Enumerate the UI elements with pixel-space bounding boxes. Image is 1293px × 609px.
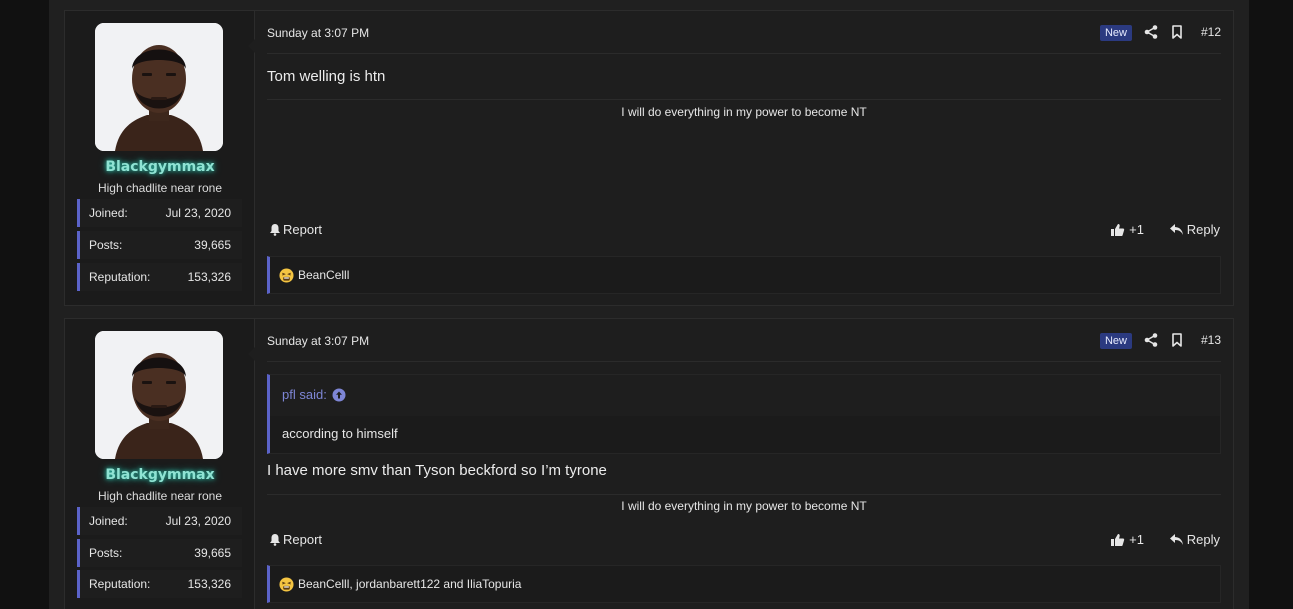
new-badge: New bbox=[1099, 25, 1132, 41]
post-date[interactable]: Sunday at 3:07 PM bbox=[267, 334, 369, 348]
share-icon[interactable] bbox=[1144, 333, 1158, 347]
reply-label: Reply bbox=[1186, 222, 1220, 237]
reactions-bar[interactable]: BeanCelll bbox=[267, 256, 1221, 294]
signature: I will do everything in my power to beco… bbox=[621, 105, 867, 119]
post-number[interactable]: #12 bbox=[1201, 25, 1221, 39]
header-divider bbox=[267, 361, 1221, 362]
post-pointer-arrow bbox=[248, 39, 255, 53]
post-main: Sunday at 3:07 PM New #12 Tom welling is… bbox=[256, 11, 1233, 305]
quote-author[interactable]: pfl said: bbox=[282, 387, 327, 416]
quote-text: according to himself bbox=[282, 426, 398, 441]
stat-value: Jul 23, 2020 bbox=[165, 206, 231, 220]
avatar-image bbox=[95, 331, 223, 459]
report-label: Report bbox=[283, 532, 323, 547]
like-count: +1 bbox=[1129, 532, 1144, 547]
post-user-cell: Blackgymmax High chadlite near rone Join… bbox=[65, 319, 255, 609]
post-pointer-arrow bbox=[248, 347, 255, 361]
post-user-cell: Blackgymmax High chadlite near rone Join… bbox=[65, 11, 255, 305]
stat-value: Jul 23, 2020 bbox=[165, 514, 231, 528]
stat-label: Joined: bbox=[89, 514, 128, 528]
bookmark-icon[interactable] bbox=[1171, 333, 1183, 347]
stat-joined: Joined: Jul 23, 2020 bbox=[77, 199, 242, 227]
stat-posts: Posts: 39,665 bbox=[77, 231, 242, 259]
user-title: High chadlite near rone bbox=[97, 489, 223, 503]
share-icon[interactable] bbox=[1144, 25, 1158, 39]
report-label: Report bbox=[283, 222, 323, 237]
user-title: High chadlite near rone bbox=[97, 181, 223, 195]
stat-reputation: Reputation: 153,326 bbox=[77, 263, 242, 291]
quote-block: pfl said: according to himself bbox=[267, 374, 1221, 454]
up-arrow-circle-icon[interactable] bbox=[332, 388, 346, 402]
tired-face-emoji bbox=[279, 267, 294, 283]
stat-value: 153,326 bbox=[187, 270, 231, 284]
like-button[interactable]: +1 bbox=[1110, 532, 1144, 547]
stat-joined: Joined: Jul 23, 2020 bbox=[77, 507, 242, 535]
page-margin-left bbox=[0, 0, 49, 609]
thumbs-up-icon bbox=[1111, 533, 1125, 546]
thread-page: Blackgymmax High chadlite near rone Join… bbox=[49, 0, 1249, 609]
signature-divider bbox=[267, 99, 1221, 100]
stat-label: Posts: bbox=[89, 238, 123, 252]
post-number[interactable]: #13 bbox=[1201, 333, 1221, 347]
bell-icon bbox=[270, 224, 280, 236]
reply-button[interactable]: Reply bbox=[1169, 222, 1220, 237]
quote-header[interactable]: pfl said: bbox=[270, 375, 1220, 416]
reply-icon bbox=[1169, 224, 1183, 235]
stat-value: 153,326 bbox=[187, 577, 231, 591]
post-body: I have more smv than Tyson beckford so I… bbox=[267, 462, 607, 479]
like-count: +1 bbox=[1129, 222, 1144, 237]
report-button[interactable]: Report bbox=[269, 222, 322, 237]
avatar-image bbox=[95, 23, 223, 151]
thumbs-up-icon bbox=[1111, 223, 1125, 236]
signature: I will do everything in my power to beco… bbox=[621, 499, 867, 513]
reply-icon bbox=[1169, 534, 1183, 545]
stat-posts: Posts: 39,665 bbox=[77, 539, 242, 567]
header-divider bbox=[267, 53, 1221, 54]
stat-label: Reputation: bbox=[89, 270, 151, 284]
post-13: Blackgymmax High chadlite near rone Join… bbox=[64, 318, 1234, 609]
signature-divider bbox=[267, 494, 1221, 495]
stat-label: Reputation: bbox=[89, 577, 151, 591]
avatar[interactable] bbox=[95, 331, 223, 459]
post-date[interactable]: Sunday at 3:07 PM bbox=[267, 26, 369, 40]
page-margin-right bbox=[1249, 0, 1293, 609]
stat-label: Joined: bbox=[89, 206, 128, 220]
post-body: Tom welling is htn bbox=[267, 68, 386, 85]
post-12: Blackgymmax High chadlite near rone Join… bbox=[64, 10, 1234, 306]
reactions-users[interactable]: BeanCelll, jordanbarett122 and IliaTopur… bbox=[298, 577, 521, 591]
bookmark-icon[interactable] bbox=[1171, 25, 1183, 39]
stat-label: Posts: bbox=[89, 546, 123, 560]
reactions-bar[interactable]: BeanCelll, jordanbarett122 and IliaTopur… bbox=[267, 565, 1221, 603]
username[interactable]: Blackgymmax bbox=[65, 467, 255, 483]
like-button[interactable]: +1 bbox=[1110, 222, 1144, 237]
stat-value: 39,665 bbox=[194, 546, 231, 560]
bell-icon bbox=[270, 534, 280, 546]
report-button[interactable]: Report bbox=[269, 532, 322, 547]
reply-label: Reply bbox=[1186, 532, 1220, 547]
new-badge: New bbox=[1099, 333, 1132, 349]
stat-reputation: Reputation: 153,326 bbox=[77, 570, 242, 598]
stat-value: 39,665 bbox=[194, 238, 231, 252]
avatar[interactable] bbox=[95, 23, 223, 151]
reactions-users[interactable]: BeanCelll bbox=[298, 268, 349, 282]
reply-button[interactable]: Reply bbox=[1169, 532, 1220, 547]
username[interactable]: Blackgymmax bbox=[65, 159, 255, 175]
tired-face-emoji bbox=[279, 576, 294, 592]
post-main: Sunday at 3:07 PM New #13 pfl said: acco… bbox=[256, 319, 1233, 609]
